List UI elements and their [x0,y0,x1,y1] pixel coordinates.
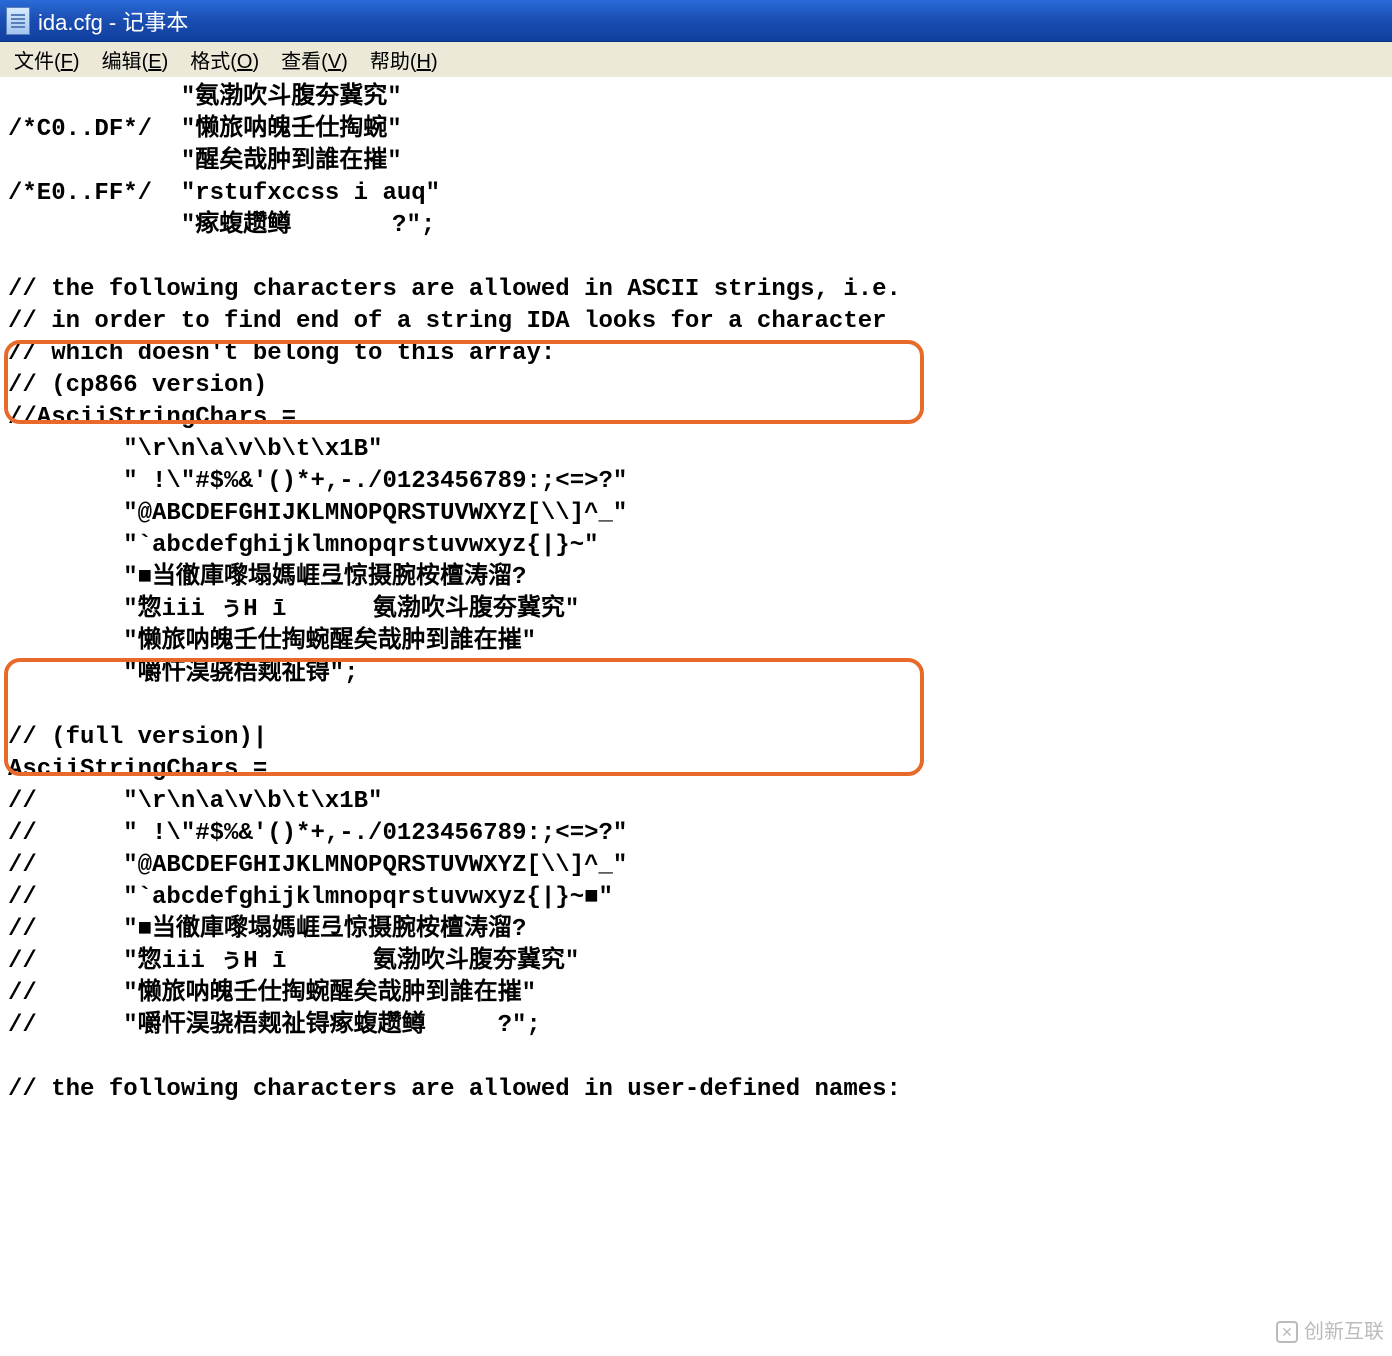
text-line: // which doesn't belong to this array: [8,338,1384,370]
menu-edit[interactable]: 编辑(E) [92,43,179,76]
text-line: /*E0..FF*/ "rstufxccss i auq" [8,178,1384,210]
text-line: "`abcdefghijklmnopqrstuvwxyz{|}~" [8,530,1384,562]
menu-file[interactable]: 文件(F) [4,43,90,76]
text-editor-area[interactable]: "氨渤吹斗腹夯冀究"/*C0..DF*/ "懒旅呐魄壬仕掏蜿" "醒矣哉肿到誰在… [0,78,1392,1356]
text-line: // "`abcdefghijklmnopqrstuvwxyz{|}~■" [8,882,1384,914]
text-line: "■当徹庫嚟塌媽崕弖惊摄腕桉檀涛溜? [8,562,1384,594]
text-line: "醒矣哉肿到誰在摧" [8,146,1384,178]
text-line: "嚼忓淏骁梧觌祉锝"; [8,658,1384,690]
menu-view[interactable]: 查看(V) [271,43,358,76]
notepad-icon [6,7,30,35]
watermark: ✕ 创新互联 [1276,1316,1384,1348]
text-line: // "惣iii ぅH ī 氨渤吹斗腹夯冀究" [8,946,1384,978]
text-line: // "@ABCDEFGHIJKLMNOPQRSTUVWXYZ[\\]^_" [8,850,1384,882]
text-line: " !\"#$%&'()*+,-./0123456789:;<=>?" [8,466,1384,498]
text-line: // the following characters are allowed … [8,274,1384,306]
menu-bar: 文件(F) 编辑(E) 格式(O) 查看(V) 帮助(H) [0,42,1392,78]
text-line: // in order to find end of a string IDA … [8,306,1384,338]
text-line: // "■当徹庫嚟塌媽崕弖惊摄腕桉檀涛溜? [8,914,1384,946]
text-line: "懒旅呐魄壬仕掏蜿醒矣哉肿到誰在摧" [8,626,1384,658]
text-line: AsciiStringChars = [8,754,1384,786]
text-line [8,242,1384,274]
text-line: /*C0..DF*/ "懒旅呐魄壬仕掏蜿" [8,114,1384,146]
window-titlebar: ida.cfg - 记事本 [0,0,1392,42]
text-line: "@ABCDEFGHIJKLMNOPQRSTUVWXYZ[\\]^_" [8,498,1384,530]
text-line: "瘃蝮趱鳟 ?"; [8,210,1384,242]
text-line: // "嚼忓淏骁梧觌祉锝瘃蝮趱鳟 ?"; [8,1010,1384,1042]
menu-help[interactable]: 帮助(H) [360,43,448,76]
window-title: ida.cfg - 记事本 [38,5,188,37]
text-line: //AsciiStringChars = [8,402,1384,434]
text-line: // "懒旅呐魄壬仕掏蜿醒矣哉肿到誰在摧" [8,978,1384,1010]
text-line: "\r\n\a\v\b\t\x1B" [8,434,1384,466]
text-line: // " !\"#$%&'()*+,-./0123456789:;<=>?" [8,818,1384,850]
text-line: // (cp866 version) [8,370,1384,402]
text-line [8,690,1384,722]
text-line: // the following characters are allowed … [8,1074,1384,1106]
menu-format[interactable]: 格式(O) [180,43,269,76]
text-line: // "\r\n\a\v\b\t\x1B" [8,786,1384,818]
text-line [8,1042,1384,1074]
text-line: "氨渤吹斗腹夯冀究" [8,82,1384,114]
watermark-text: 创新互联 [1304,1316,1384,1348]
watermark-icon: ✕ [1276,1321,1298,1343]
text-line: "惣iii ぅH ī 氨渤吹斗腹夯冀究" [8,594,1384,626]
text-line: // (full version)| [8,722,1384,754]
